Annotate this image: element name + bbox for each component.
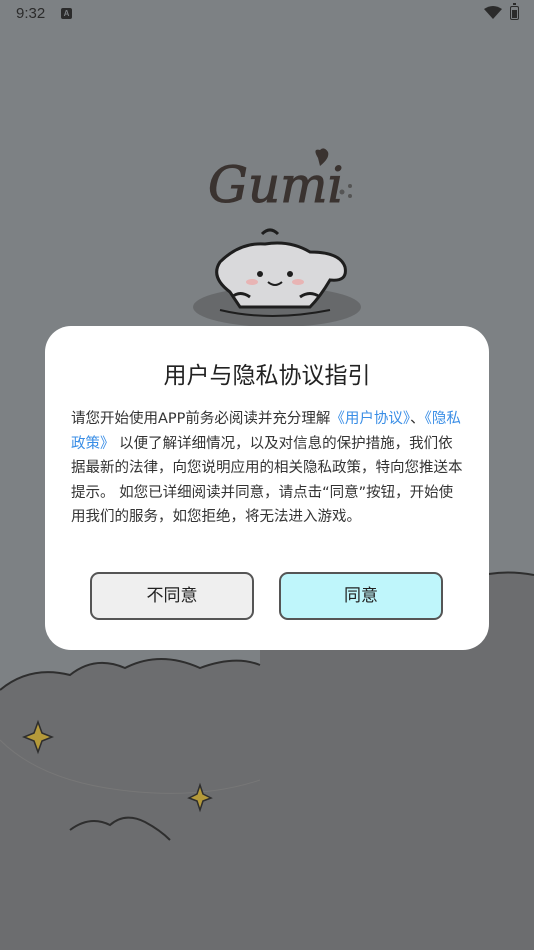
status-time: 9:32 [16,5,46,22]
disagree-button[interactable]: 不同意 [90,572,254,620]
logo-text: Gumi [208,156,344,214]
user-agreement-link[interactable]: 《用户协议》 [330,411,410,427]
dialog-body: 请您开始使用APP前务必阅读并充分理解《用户协议》、《隐私政策》 以便了解详细情… [71,407,463,530]
notification-icon: A [61,8,72,19]
dog-mascot-icon [215,228,347,317]
dialog-title: 用户与隐私协议指引 [163,363,371,389]
battery-icon [510,3,519,20]
gumi-logo: Gumi [208,148,352,215]
body-prefix: 请您开始使用APP前务必阅读并充分理解 [71,411,331,427]
status-bar: 9:32 A [0,0,534,28]
body-separator: 、 [410,411,425,427]
wifi-icon [484,6,502,19]
privacy-agreement-dialog: 用户与隐私协议指引 请您开始使用APP前务必阅读并充分理解《用户协议》、《隐私政… [45,326,489,650]
body-suffix: 以便了解详细情况，以及对信息的保护措施，我们依据最新的法律，向您说明应用的相关隐… [71,435,463,526]
agree-button[interactable]: 同意 [279,572,443,620]
